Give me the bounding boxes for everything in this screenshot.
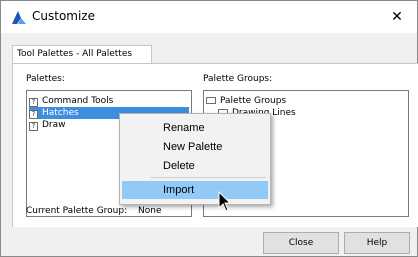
folder-open-icon bbox=[206, 97, 216, 104]
menu-item-label: Delete bbox=[163, 160, 195, 172]
menu-item-new-palette[interactable]: New Palette bbox=[122, 138, 268, 156]
menu-item-delete[interactable]: Delete bbox=[122, 157, 268, 175]
menu-item-import[interactable]: Import bbox=[122, 181, 268, 199]
close-button[interactable]: Close bbox=[263, 232, 339, 254]
help-button[interactable]: Help bbox=[344, 232, 410, 254]
close-icon[interactable]: ✕ bbox=[386, 7, 408, 27]
palettes-label: Palettes: bbox=[26, 74, 65, 84]
current-group-label: Current Palette Group: bbox=[26, 206, 128, 216]
list-item-label: Command Tools bbox=[42, 96, 114, 106]
list-item[interactable]: ? Command Tools bbox=[29, 95, 189, 107]
menu-item-rename[interactable]: Rename bbox=[122, 119, 268, 137]
palette-groups-label: Palette Groups: bbox=[203, 74, 273, 84]
palette-icon: ? bbox=[29, 110, 38, 119]
window-title: Customize bbox=[32, 9, 95, 23]
menu-item-label: New Palette bbox=[163, 141, 223, 153]
title-bar: Customize ✕ bbox=[1, 1, 417, 33]
tab-tool-palettes[interactable]: Tool Palettes - All Palettes bbox=[12, 45, 152, 63]
mouse-cursor-icon bbox=[218, 191, 232, 212]
tree-item-root[interactable]: Palette Groups bbox=[206, 95, 366, 107]
context-menu: Rename New Palette Delete Import bbox=[119, 113, 271, 205]
app-icon bbox=[12, 11, 26, 24]
current-group-value: None bbox=[138, 206, 162, 216]
menu-item-label: Import bbox=[163, 184, 195, 196]
menu-item-label: Rename bbox=[163, 122, 205, 134]
tree-item-label: Palette Groups bbox=[220, 96, 287, 106]
list-item-label: Draw bbox=[42, 120, 66, 130]
tab-label: Tool Palettes - All Palettes bbox=[17, 49, 133, 59]
list-item-label: Hatches bbox=[42, 108, 79, 118]
menu-separator bbox=[150, 177, 266, 178]
palette-icon: ? bbox=[29, 122, 38, 131]
palette-icon: ? bbox=[29, 98, 38, 107]
